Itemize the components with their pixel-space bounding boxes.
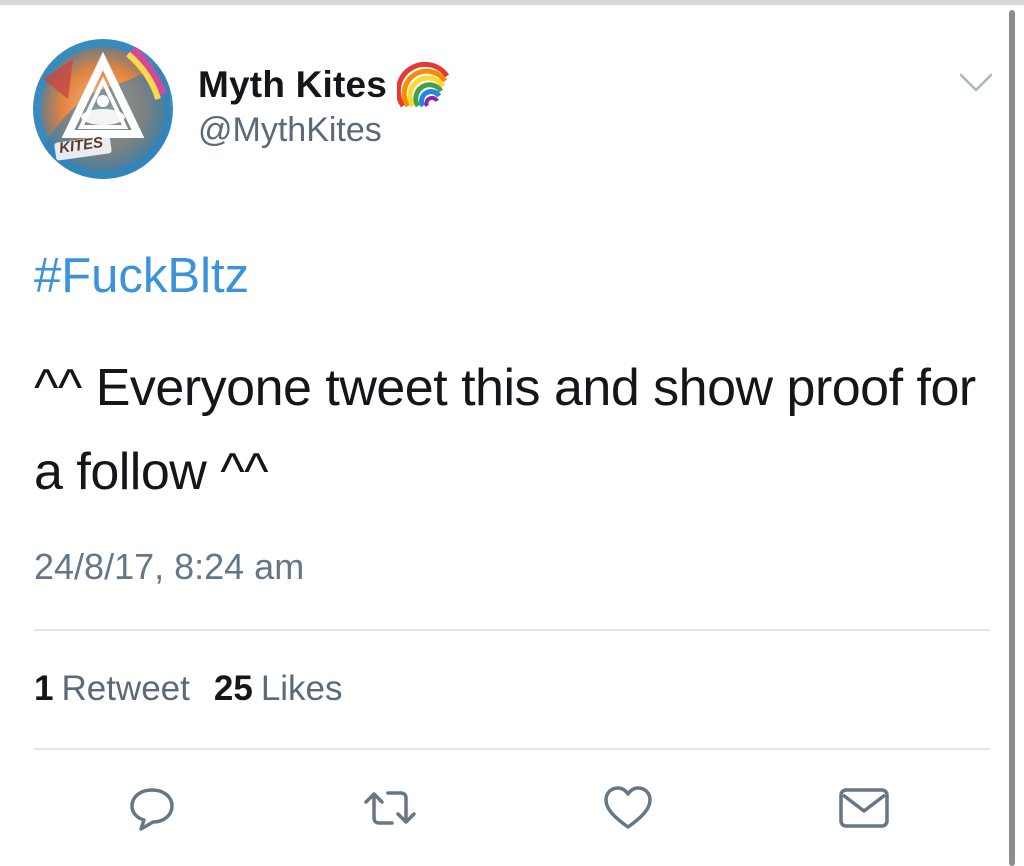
tweet-timestamp[interactable]: 24/8/17, 8:24 am <box>34 546 304 588</box>
scrollbar[interactable] <box>1009 10 1015 866</box>
divider <box>34 629 990 631</box>
tweet-stats: 1 Retweet 25 Likes <box>34 669 367 709</box>
divider <box>34 748 990 750</box>
direct-message-button[interactable] <box>834 778 894 838</box>
tweet-text: ^^ Everyone tweet this and show proof fo… <box>34 359 976 501</box>
reply-icon <box>130 788 174 831</box>
avatar[interactable]: KITES <box>33 39 173 179</box>
retweets-label: Retweet <box>61 669 190 708</box>
retweet-button[interactable] <box>360 778 420 838</box>
heart-icon <box>604 786 652 829</box>
rainbow-icon <box>395 61 451 108</box>
top-border <box>0 0 1024 5</box>
author-display-name[interactable]: Myth Kites <box>198 61 451 108</box>
author-handle[interactable]: @MythKites <box>198 111 382 150</box>
retweets-stat[interactable]: 1 Retweet <box>34 669 190 709</box>
likes-stat[interactable]: 25 Likes <box>214 669 343 709</box>
like-button[interactable] <box>598 778 658 838</box>
reply-button[interactable] <box>122 778 182 838</box>
chevron-down-icon[interactable] <box>958 70 994 96</box>
hashtag-link[interactable]: #FuckBltz <box>34 248 249 304</box>
envelope-icon <box>839 788 889 828</box>
likes-count: 25 <box>213 669 253 708</box>
author-display-name-text: Myth Kites <box>198 64 388 105</box>
retweet-icon <box>364 791 416 825</box>
likes-label: Likes <box>260 669 343 708</box>
avatar-image <box>33 39 173 179</box>
retweets-count: 1 <box>34 669 54 708</box>
